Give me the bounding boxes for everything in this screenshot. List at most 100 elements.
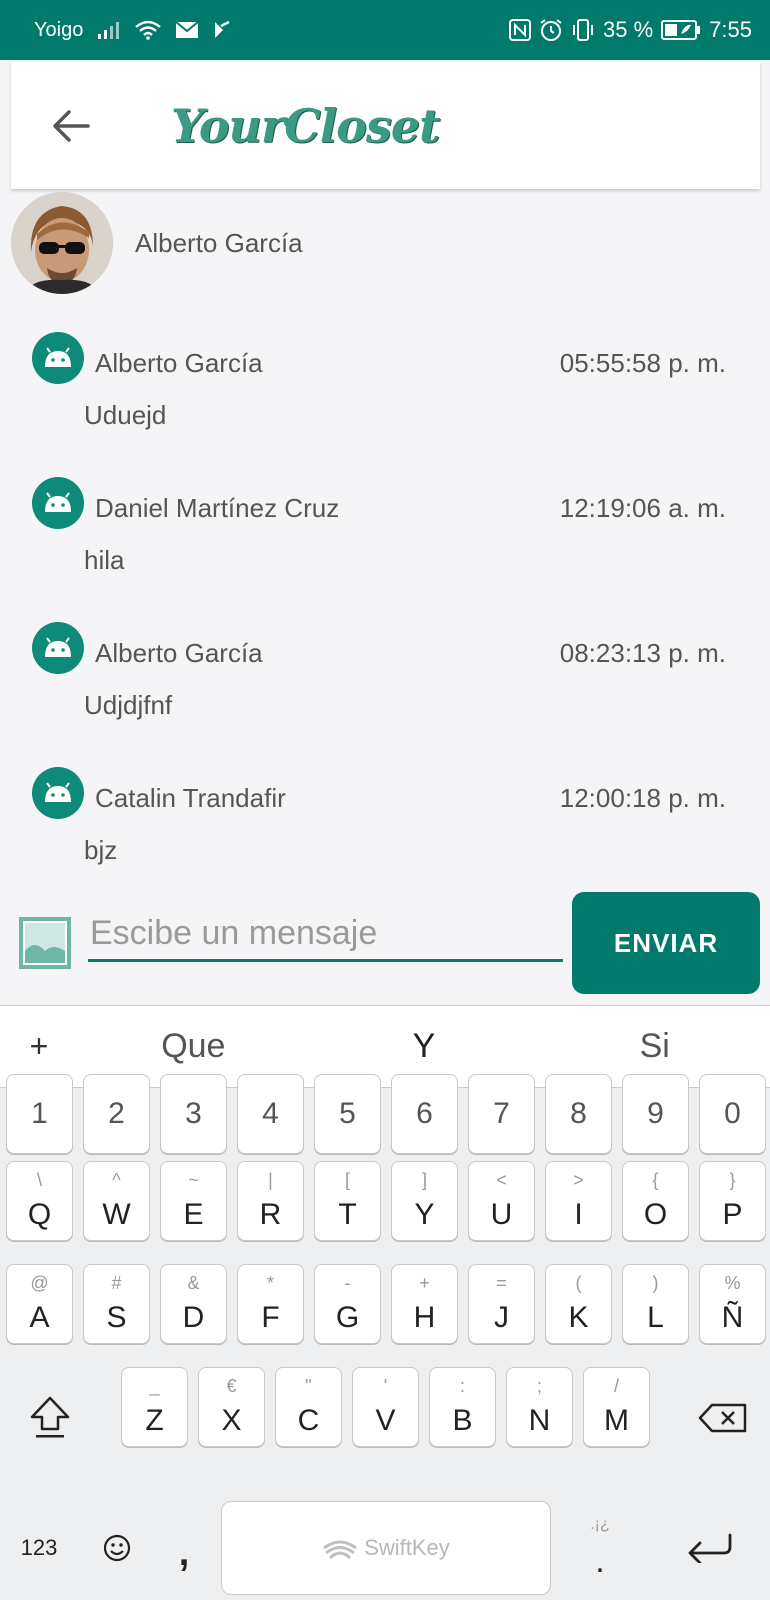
key-1[interactable]: 1 bbox=[6, 1074, 73, 1154]
key-k[interactable]: (K bbox=[545, 1264, 612, 1344]
key-i[interactable]: > I bbox=[545, 1161, 612, 1241]
chat-profile: Alberto García bbox=[11, 192, 303, 294]
arrow-left-icon bbox=[53, 109, 90, 142]
key-x[interactable]: € X bbox=[198, 1367, 265, 1447]
key-char: P bbox=[722, 1198, 743, 1231]
key-char: Z bbox=[145, 1404, 164, 1437]
emoji-key[interactable] bbox=[86, 1501, 148, 1595]
message-list[interactable]: Alberto García 05:55:58 p. m. Uduejd Dan… bbox=[0, 330, 770, 910]
keyboard: + Que Y Si 123 4 5 6 7 8 90 \ Q ^ W ~ E | R[T] Y < U > I{O… bbox=[0, 1005, 770, 1600]
key-l[interactable]: ) L bbox=[622, 1264, 689, 1344]
key-char: O bbox=[643, 1198, 668, 1231]
key-row-2: @ A # S & D * F - G + H = J(K) L% Ñ bbox=[6, 1264, 770, 1344]
enter-key[interactable] bbox=[670, 1501, 750, 1595]
key-8[interactable]: 8 bbox=[545, 1074, 612, 1154]
space-bar[interactable]: SwiftKey bbox=[221, 1501, 551, 1595]
key-q[interactable]: \ Q bbox=[6, 1161, 73, 1241]
mail-icon bbox=[175, 21, 199, 39]
shift-key[interactable] bbox=[18, 1386, 82, 1450]
key-r[interactable]: | R bbox=[237, 1161, 304, 1241]
key-alt-char: [ bbox=[344, 1170, 350, 1190]
android-icon bbox=[32, 767, 84, 819]
key-row-3: _ Z € X " C ' V: B; N / M bbox=[121, 1367, 660, 1447]
backspace-icon bbox=[698, 1403, 747, 1433]
key-char: R bbox=[259, 1198, 282, 1231]
key-p[interactable]: } P bbox=[699, 1161, 766, 1241]
key-7[interactable]: 7 bbox=[468, 1074, 535, 1154]
key-char: E bbox=[183, 1198, 204, 1231]
key-u[interactable]: < U bbox=[468, 1161, 535, 1241]
android-icon bbox=[32, 622, 84, 674]
suggestion-3[interactable]: Si bbox=[539, 1027, 770, 1066]
key-f[interactable]: * F bbox=[237, 1264, 304, 1344]
key-alt-char: ' bbox=[383, 1376, 388, 1396]
key-char: H bbox=[413, 1301, 436, 1334]
key-6[interactable]: 6 bbox=[391, 1074, 458, 1154]
key-v[interactable]: ' V bbox=[352, 1367, 419, 1447]
key-n[interactable]: ; N bbox=[506, 1367, 573, 1447]
comma-key[interactable]: , bbox=[156, 1506, 212, 1600]
backspace-key[interactable] bbox=[688, 1386, 758, 1450]
suggestion-1[interactable]: Que bbox=[78, 1027, 309, 1066]
key-alt-char: ( bbox=[575, 1273, 582, 1293]
message-input[interactable] bbox=[88, 908, 563, 962]
avatar[interactable] bbox=[11, 192, 113, 294]
key-s[interactable]: # S bbox=[83, 1264, 150, 1344]
key-char: L bbox=[647, 1301, 664, 1334]
key-char: 5 bbox=[339, 1097, 356, 1130]
key-char: G bbox=[335, 1301, 360, 1334]
key-alt-char: = bbox=[496, 1273, 507, 1293]
key-alt-char: " bbox=[305, 1376, 312, 1396]
key-char: U bbox=[490, 1198, 513, 1231]
key-char: 6 bbox=[416, 1097, 433, 1130]
key-a[interactable]: @ A bbox=[6, 1264, 73, 1344]
key-9[interactable]: 9 bbox=[622, 1074, 689, 1154]
key-d[interactable]: & D bbox=[160, 1264, 227, 1344]
key-ñ[interactable]: % Ñ bbox=[699, 1264, 766, 1344]
message-sender: Daniel Martínez Cruz bbox=[95, 493, 340, 523]
key-char: F bbox=[261, 1301, 280, 1334]
key-b[interactable]: :B bbox=[429, 1367, 496, 1447]
suggestion-2[interactable]: Y bbox=[309, 1027, 540, 1066]
key-c[interactable]: " C bbox=[275, 1367, 342, 1447]
key-z[interactable]: _ Z bbox=[121, 1367, 188, 1447]
key-alt-char: } bbox=[729, 1170, 736, 1190]
key-char: J bbox=[494, 1301, 509, 1334]
key-m[interactable]: / M bbox=[583, 1367, 650, 1447]
period-char: . bbox=[595, 1541, 605, 1580]
key-e[interactable]: ~ E bbox=[160, 1161, 227, 1241]
period-alt-chars: .¡¿ bbox=[590, 1515, 610, 1533]
key-o[interactable]: {O bbox=[622, 1161, 689, 1241]
android-icon bbox=[32, 477, 84, 529]
key-char: N bbox=[528, 1404, 551, 1437]
period-key[interactable]: .¡¿ . bbox=[560, 1501, 640, 1595]
key-alt-char: ) bbox=[652, 1273, 659, 1293]
toolbar-plus-button[interactable]: + bbox=[0, 1028, 78, 1065]
key-g[interactable]: -G bbox=[314, 1264, 381, 1344]
back-button[interactable] bbox=[11, 62, 131, 189]
key-alt-char: ^ bbox=[112, 1170, 121, 1190]
numbers-toggle-key[interactable]: 123 bbox=[8, 1501, 70, 1595]
key-5[interactable]: 5 bbox=[314, 1074, 381, 1154]
key-char: 4 bbox=[262, 1097, 279, 1130]
key-y[interactable]: ] Y bbox=[391, 1161, 458, 1241]
image-attach-icon[interactable] bbox=[19, 917, 71, 969]
key-w[interactable]: ^ W bbox=[83, 1161, 150, 1241]
key-j[interactable]: = J bbox=[468, 1264, 535, 1344]
send-button[interactable]: ENVIAR bbox=[572, 892, 760, 994]
message-time: 12:19:06 a. m. bbox=[559, 493, 726, 523]
message-text: Udjdjfnf bbox=[84, 690, 173, 720]
key-t[interactable]: [T bbox=[314, 1161, 381, 1241]
carrier-name: Yoigo bbox=[34, 18, 84, 41]
status-bar: Yoigo 35 % 7:55 bbox=[0, 0, 770, 60]
list-item: Catalin Trandafir 12:00:18 p. m. bjz bbox=[0, 765, 770, 910]
contact-name: Alberto García bbox=[135, 227, 303, 258]
key-3[interactable]: 3 bbox=[160, 1074, 227, 1154]
app-bar: YourCloset bbox=[11, 62, 760, 189]
key-0[interactable]: 0 bbox=[699, 1074, 766, 1154]
key-h[interactable]: + H bbox=[391, 1264, 458, 1344]
key-2[interactable]: 2 bbox=[83, 1074, 150, 1154]
enter-icon bbox=[688, 1533, 732, 1563]
key-4[interactable]: 4 bbox=[237, 1074, 304, 1154]
key-char: 8 bbox=[570, 1097, 587, 1130]
